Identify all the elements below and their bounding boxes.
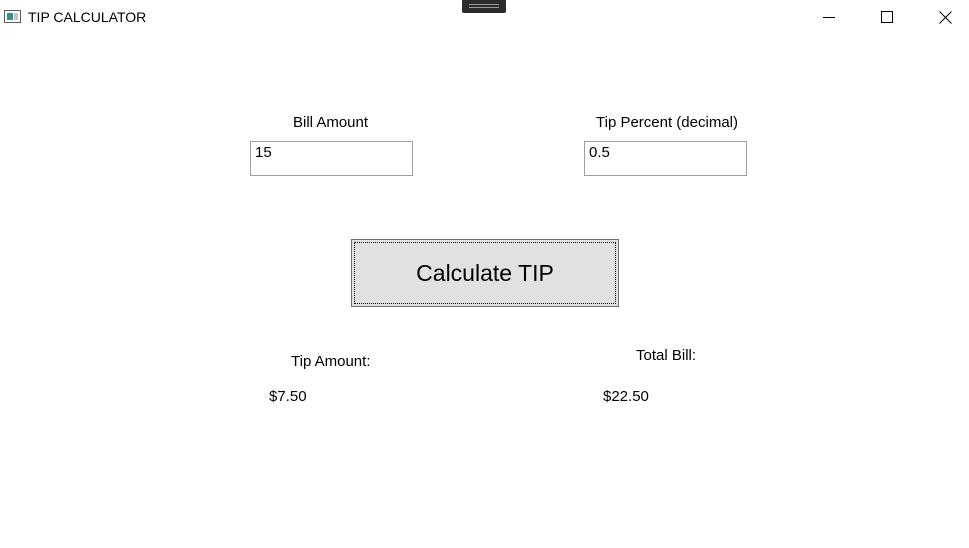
minimize-button[interactable] — [800, 0, 858, 34]
bill-amount-input[interactable]: 15 — [250, 141, 413, 176]
window-title: TIP CALCULATOR — [28, 9, 147, 25]
tip-amount-value: $7.50 — [269, 388, 307, 405]
close-button[interactable] — [916, 0, 969, 34]
calculate-tip-button-label: Calculate TIP — [416, 260, 554, 286]
close-icon — [938, 10, 952, 24]
title-bar[interactable]: TIP CALCULATOR — [0, 0, 969, 34]
app-window-icon — [4, 10, 21, 23]
maximize-button[interactable] — [858, 0, 916, 34]
snap-layout-handle[interactable] — [462, 0, 506, 13]
calculate-tip-button[interactable]: Calculate TIP — [351, 239, 619, 307]
total-bill-label: Total Bill: — [636, 347, 697, 364]
bill-amount-label: Bill Amount — [293, 114, 369, 131]
tip-amount-label: Tip Amount: — [291, 353, 371, 370]
app-window: TIP CALCULATOR Bill Amount 15 Tip Percen… — [0, 0, 969, 548]
tip-percent-input[interactable]: 0.5 — [584, 141, 747, 176]
total-bill-value: $22.50 — [603, 388, 649, 405]
maximize-icon — [881, 11, 893, 23]
minimize-icon — [823, 17, 835, 18]
tip-percent-label: Tip Percent (decimal) — [596, 114, 738, 131]
